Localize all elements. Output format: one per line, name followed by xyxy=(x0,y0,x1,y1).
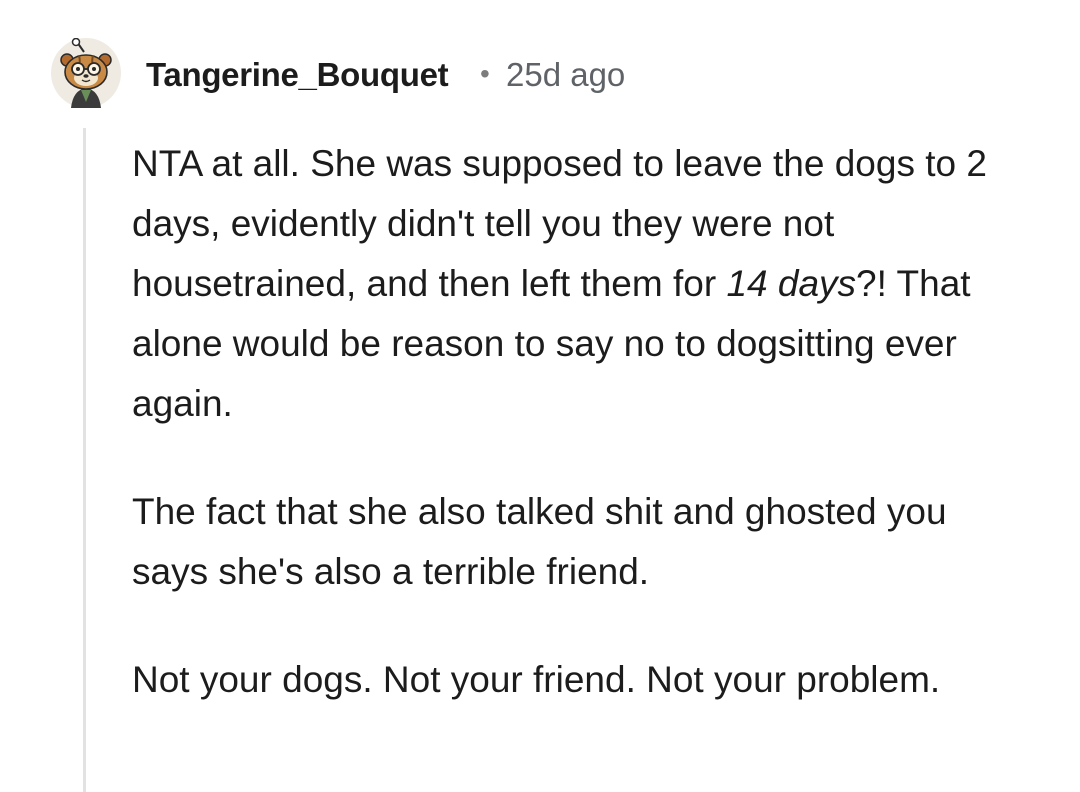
comment-paragraph: Not your dogs. Not your friend. Not your… xyxy=(132,659,941,700)
comment-body: NTA at all. She was supposed to leave th… xyxy=(132,134,1032,758)
comment-paragraph: NTA at all. She was supposed to leave th… xyxy=(132,134,1032,434)
comment: Tangerine_Bouquet • 25d ago NTA at all. … xyxy=(0,0,1080,792)
thread-collapse-line[interactable] xyxy=(83,128,86,792)
user-avatar[interactable] xyxy=(51,38,121,108)
author-username[interactable]: Tangerine_Bouquet xyxy=(146,55,449,95)
snoo-avatar-icon xyxy=(51,38,121,108)
emphasized-text: 14 days xyxy=(726,263,857,304)
meta-separator-dot: • xyxy=(480,58,490,89)
comment-paragraph: The fact that she also talked shit and g… xyxy=(132,491,947,592)
comment-timestamp: 25d ago xyxy=(506,56,626,93)
